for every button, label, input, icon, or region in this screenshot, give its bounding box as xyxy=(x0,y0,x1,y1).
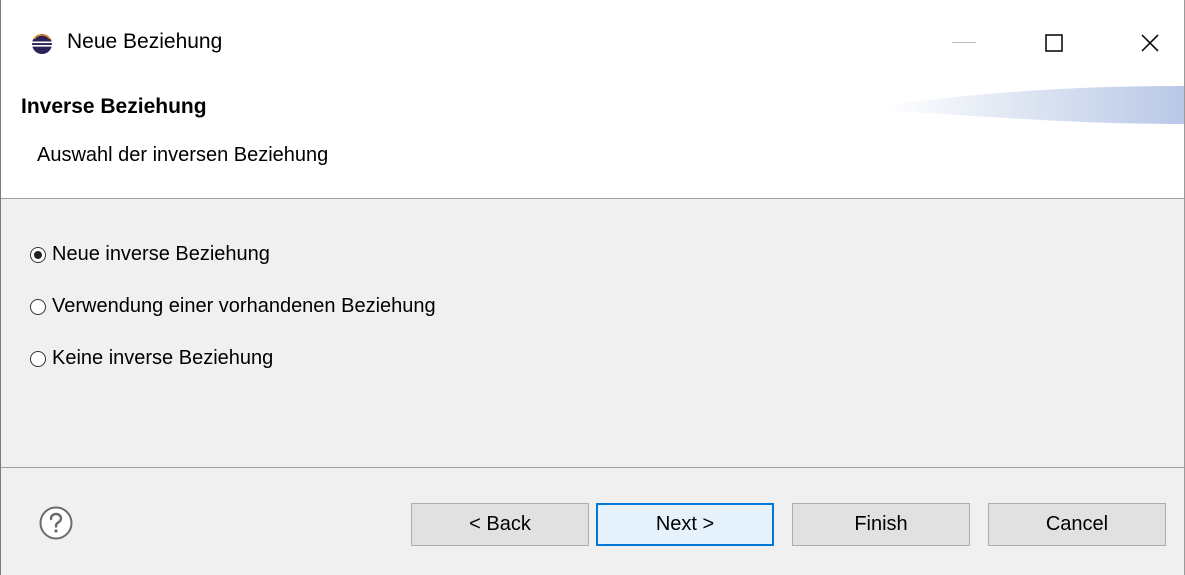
maximize-icon xyxy=(1045,34,1063,52)
radio-use-existing[interactable]: Verwendung einer vorhandenen Beziehung xyxy=(30,295,436,318)
finish-button[interactable]: Finish xyxy=(792,503,970,546)
radio-button[interactable] xyxy=(30,298,46,315)
radio-button-selected[interactable] xyxy=(30,246,46,263)
close-button[interactable] xyxy=(1119,14,1181,72)
close-icon xyxy=(1141,34,1159,52)
title-bar: Neue Beziehung xyxy=(1,0,1184,86)
radio-no-inverse[interactable]: Keine inverse Beziehung xyxy=(30,347,273,370)
help-icon[interactable] xyxy=(39,506,73,540)
options-panel: Neue inverse Beziehung Verwendung einer … xyxy=(1,199,1184,467)
maximize-button[interactable] xyxy=(1023,14,1085,72)
button-bar: < Back Next > Finish Cancel xyxy=(1,468,1184,575)
next-button[interactable]: Next > xyxy=(596,503,774,546)
wizard-banner: Inverse Beziehung Auswahl der inversen B… xyxy=(1,86,1184,198)
dialog-window: Neue Beziehung Inverse Beziehung Auswahl… xyxy=(0,0,1185,575)
cancel-button[interactable]: Cancel xyxy=(988,503,1166,546)
radio-label: Verwendung einer vorhandenen Beziehung xyxy=(52,295,436,317)
radio-label: Keine inverse Beziehung xyxy=(52,347,274,369)
radio-button[interactable] xyxy=(30,350,46,367)
window-title: Neue Beziehung xyxy=(67,30,223,53)
page-description: Auswahl der inversen Beziehung xyxy=(37,144,329,166)
minimize-icon xyxy=(952,42,976,43)
eclipse-icon xyxy=(32,34,52,54)
back-button[interactable]: < Back xyxy=(411,503,589,546)
minimize-button[interactable] xyxy=(933,14,995,72)
radio-new-inverse[interactable]: Neue inverse Beziehung xyxy=(30,243,270,266)
page-title: Inverse Beziehung xyxy=(21,95,207,118)
radio-label: Neue inverse Beziehung xyxy=(52,243,270,265)
banner-graphic xyxy=(884,86,1184,124)
